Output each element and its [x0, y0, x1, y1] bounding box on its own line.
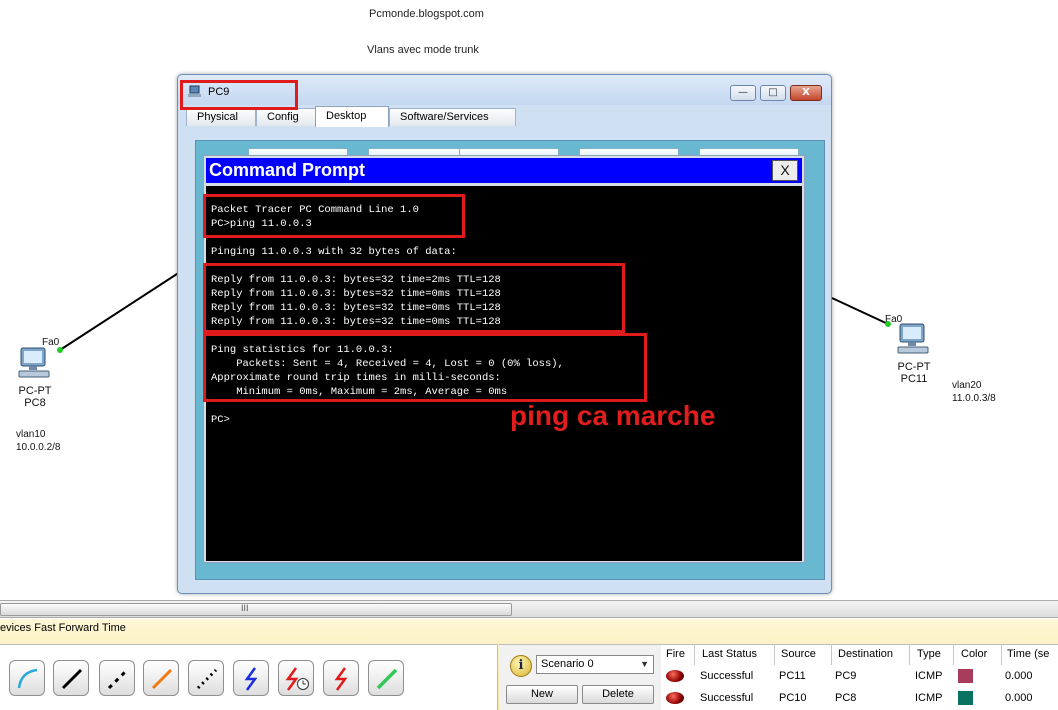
- highlight-window-title: [180, 80, 298, 110]
- serial-dce-icon: [244, 667, 258, 691]
- crossover-cable-button[interactable]: [99, 660, 135, 696]
- chevron-down-icon: ▼: [640, 659, 649, 669]
- cable-pc11[interactable]: [831, 297, 889, 325]
- tab-physical[interactable]: Physical: [186, 108, 256, 126]
- row-source: PC11: [779, 670, 806, 682]
- table-row[interactable]: Successful PC10 PC8 ICMP 0.000: [661, 688, 1058, 710]
- column-header-destination[interactable]: Destination: [838, 648, 893, 660]
- column-header-source[interactable]: Source: [781, 648, 816, 660]
- scenario-value: Scenario 0: [541, 658, 594, 670]
- row-last-status: Successful: [700, 670, 754, 682]
- serial-dte-clock-button[interactable]: [278, 660, 314, 696]
- serial-clock-icon: [285, 667, 309, 691]
- row-color-swatch: [958, 669, 973, 683]
- pdu-list-table: Fire Last Status Source Destination Type…: [661, 644, 1058, 710]
- command-prompt-header: Command Prompt X: [206, 158, 802, 183]
- scrollbar-grip: III: [241, 603, 249, 613]
- column-header-type[interactable]: Type: [917, 648, 941, 660]
- packet-tracer-workspace: Pcmonde.blogspot.com Vlans avec mode tru…: [0, 0, 1058, 710]
- column-separator: [831, 645, 832, 665]
- fire-button[interactable]: [666, 692, 684, 704]
- delete-scenario-button[interactable]: Delete: [582, 685, 654, 704]
- straight-cable-button[interactable]: [53, 660, 89, 696]
- device-bar-label: evices Fast Forward Time: [0, 622, 126, 634]
- row-time: 0.000: [1005, 692, 1033, 704]
- column-separator: [909, 645, 910, 665]
- row-type: ICMP: [915, 670, 943, 682]
- crossover-cable-icon: [107, 668, 129, 690]
- fiber-cable-icon: [151, 668, 173, 690]
- pc8-ip: 10.0.0.2/8: [16, 442, 61, 453]
- column-separator: [774, 645, 775, 665]
- pc11-network-note: vlan20 11.0.0.3/8: [952, 379, 996, 405]
- row-last-status: Successful: [700, 692, 754, 704]
- command-prompt-title: Command Prompt: [209, 160, 366, 180]
- column-separator: [1001, 645, 1002, 665]
- close-button[interactable]: X: [790, 85, 822, 101]
- column-header-color[interactable]: Color: [961, 648, 987, 660]
- new-scenario-button[interactable]: New: [506, 685, 578, 704]
- pc11-vlan: vlan20: [952, 380, 982, 391]
- row-color-swatch: [958, 691, 973, 705]
- fiber-cable-button[interactable]: [143, 660, 179, 696]
- phone-cable-button[interactable]: [188, 660, 224, 696]
- highlight-replies: [203, 263, 625, 333]
- row-destination: PC9: [835, 670, 857, 682]
- pc11-type: PC-PT: [897, 361, 931, 373]
- column-separator: [953, 645, 954, 665]
- column-header-last-status[interactable]: Last Status: [702, 648, 757, 660]
- row-type: ICMP: [915, 692, 943, 704]
- fire-button[interactable]: [666, 670, 684, 682]
- pc8-type: PC-PT: [18, 385, 52, 397]
- pc11-ip: 11.0.0.3/8: [952, 393, 996, 404]
- device-pc11[interactable]: PC-PT PC11: [889, 322, 939, 385]
- serial-dte-icon: [334, 667, 348, 691]
- tab-desktop[interactable]: Desktop: [315, 106, 389, 127]
- cable-pc8[interactable]: [59, 271, 181, 351]
- table-row[interactable]: Successful PC11 PC9 ICMP 0.000: [661, 666, 1058, 688]
- terminal-prompt: PC>: [211, 414, 230, 426]
- straight-cable-icon: [61, 668, 83, 690]
- highlight-statistics: [203, 333, 647, 402]
- tab-software-services[interactable]: Software/Services: [389, 108, 516, 126]
- serial-dte-button[interactable]: [323, 660, 359, 696]
- command-prompt-close-button[interactable]: X: [772, 160, 798, 181]
- phone-cable-icon: [196, 668, 218, 690]
- octal-cable-icon: [376, 668, 398, 690]
- pc-icon: [18, 347, 50, 378]
- octal-cable-button[interactable]: [368, 660, 404, 696]
- connections-toolbar: [0, 644, 498, 710]
- pc8-network-note: vlan10 10.0.0.2/8: [16, 428, 60, 454]
- serial-dce-button[interactable]: [233, 660, 269, 696]
- workspace-scrollbar[interactable]: III: [0, 600, 1058, 618]
- pc8-name: PC8: [24, 397, 46, 409]
- pc11-name: PC11: [900, 373, 928, 385]
- device-pc8[interactable]: PC-PT PC8: [10, 346, 60, 409]
- pc-icon: [897, 323, 929, 354]
- scenario-panel: i Scenario 0 ▼ New Delete: [499, 644, 661, 710]
- minimize-button[interactable]: —: [730, 85, 756, 101]
- tab-config[interactable]: Config: [256, 108, 316, 126]
- row-destination: PC8: [835, 692, 857, 704]
- column-header-fire[interactable]: Fire: [666, 648, 685, 660]
- scrollbar-thumb[interactable]: III: [0, 603, 512, 616]
- row-source: PC10: [779, 692, 807, 704]
- column-separator: [694, 645, 695, 665]
- pc8-vlan: vlan10: [16, 429, 46, 440]
- row-time: 0.000: [1005, 670, 1033, 682]
- console-cable-button[interactable]: [9, 660, 45, 696]
- restore-button[interactable]: □: [760, 85, 786, 101]
- terminal-line: Pinging 11.0.0.3 with 32 bytes of data:: [211, 246, 457, 258]
- info-icon[interactable]: i: [510, 655, 532, 677]
- console-cable-icon: [17, 668, 38, 689]
- column-header-time[interactable]: Time (se: [1007, 648, 1049, 660]
- annotation-text: ping ca marche: [510, 400, 716, 431]
- highlight-ping-command: [203, 194, 465, 238]
- scenario-select[interactable]: Scenario 0 ▼: [536, 655, 654, 674]
